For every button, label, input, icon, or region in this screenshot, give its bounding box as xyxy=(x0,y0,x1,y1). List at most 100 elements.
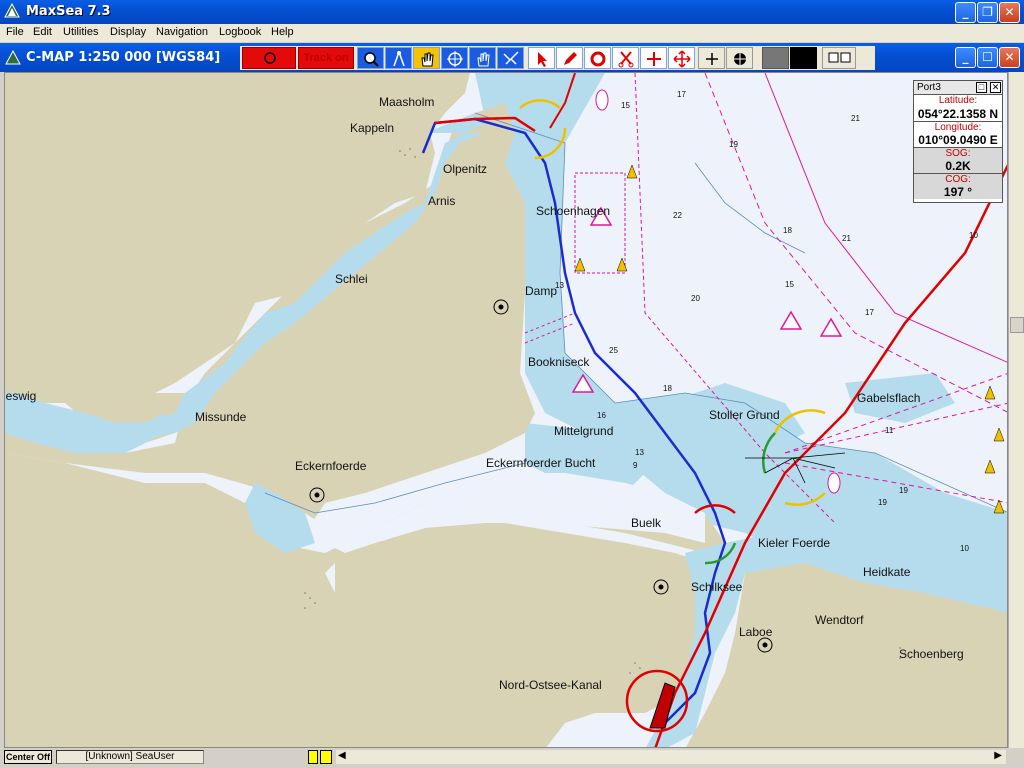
chart-maximize-button[interactable]: ☐ xyxy=(977,47,998,68)
move-tool-button[interactable] xyxy=(668,47,695,69)
rotate-icon xyxy=(590,51,606,67)
label-mittelgrund: Mittelgrund xyxy=(554,424,613,438)
label-schilksee: Schilksee xyxy=(691,580,743,594)
menu-navigation[interactable]: Navigation xyxy=(156,26,208,38)
cross-icon xyxy=(706,53,718,65)
target-tool-button[interactable] xyxy=(726,47,753,69)
label-eckernfoerder-bucht: Eckernfoerder Bucht xyxy=(486,456,596,470)
app-titlebar: MaxSea 7.3 _ ❐ ✕ xyxy=(0,0,1024,24)
close-button[interactable]: ✕ xyxy=(999,2,1020,23)
move-arrows-icon xyxy=(673,50,691,68)
crosshair-tool-button[interactable] xyxy=(441,47,468,69)
grab-hand-icon xyxy=(477,52,490,67)
folder-icon[interactable] xyxy=(320,750,332,764)
target-icon xyxy=(734,53,746,65)
waypoint-icon xyxy=(647,52,661,66)
horizontal-scrollbar[interactable]: ◀ ▶ xyxy=(336,750,1006,764)
label-schlei: Schlei xyxy=(335,272,368,286)
route-icon xyxy=(503,51,519,65)
restore-button[interactable]: ❐ xyxy=(977,2,998,23)
zoom-tool-button[interactable] xyxy=(357,47,384,69)
label-eckernfoerde: Eckernfoerde xyxy=(295,459,367,473)
sounding: 16 xyxy=(597,411,606,420)
longitude-label: Longitude: xyxy=(914,121,1002,133)
label-laboe: Laboe xyxy=(739,625,773,639)
yellow-indicator-icon[interactable] xyxy=(308,750,318,764)
vertical-scrollbar[interactable] xyxy=(1008,72,1024,748)
sog-value: 0.2K xyxy=(914,159,1002,173)
label-arnis: Arnis xyxy=(428,194,455,208)
hand-tool-button[interactable] xyxy=(413,47,440,69)
longitude-value: 010°09.0490 E xyxy=(918,133,998,147)
track-on-button[interactable]: Track on xyxy=(298,47,354,69)
label-nord-ostsee-kanal: Nord-Ostsee-Kanal xyxy=(499,678,602,692)
sounding: 18 xyxy=(783,226,792,235)
port3-restore-icon[interactable]: □ xyxy=(976,82,987,93)
grab-tool-button[interactable] xyxy=(469,47,496,69)
crosshair-icon xyxy=(447,51,463,67)
label-olpenitz: Olpenitz xyxy=(443,162,487,176)
menubar: File Edit Utilities Display Navigation L… xyxy=(0,24,1024,42)
sounding: 19 xyxy=(729,140,738,149)
cut-tool-button[interactable] xyxy=(612,47,639,69)
menu-logbook[interactable]: Logbook xyxy=(219,26,261,38)
menu-display[interactable]: Display xyxy=(110,26,146,38)
port3-panel-header[interactable]: Port3 □ ✕ xyxy=(914,81,1002,95)
port3-close-icon[interactable]: ✕ xyxy=(990,82,1001,93)
chart-minimize-button[interactable]: _ xyxy=(955,47,976,68)
port3-panel-title: Port3 xyxy=(917,82,941,93)
pointer-tool-button[interactable] xyxy=(528,47,555,69)
label-wendtorf: Wendtorf xyxy=(815,613,864,627)
menu-utilities[interactable]: Utilities xyxy=(63,26,98,38)
hand-icon xyxy=(421,52,434,67)
label-schoenhagen: Schoenhagen xyxy=(536,204,610,218)
sounding: 13 xyxy=(555,281,564,290)
menu-help[interactable]: Help xyxy=(271,26,294,38)
nautical-chart[interactable]: Maasholm Kappeln Olpenitz Arnis Schoenha… xyxy=(4,72,1008,748)
menu-edit[interactable]: Edit xyxy=(33,26,52,38)
center-off-button[interactable]: Center Off xyxy=(4,750,52,764)
pencil-icon xyxy=(564,52,577,65)
vertical-scroll-thumb[interactable] xyxy=(1010,317,1024,333)
scroll-left-icon[interactable]: ◀ xyxy=(338,750,346,761)
latitude-label: Latitude: xyxy=(938,95,978,106)
scroll-right-icon[interactable]: ▶ xyxy=(994,750,1002,761)
maxsea-logo-icon xyxy=(4,3,20,18)
gray-swatch-button[interactable] xyxy=(762,47,789,69)
stop-button[interactable] xyxy=(242,47,296,69)
sounding: 17 xyxy=(677,90,686,99)
chart-close-button[interactable]: ✕ xyxy=(999,47,1020,68)
label-kappeln: Kappeln xyxy=(350,121,394,135)
port3-data-panel[interactable]: Port3 □ ✕ Latitude: 054°22.1358 N Longit… xyxy=(913,80,1003,203)
scissors-icon xyxy=(618,51,634,68)
label-bookniseck: Bookniseck xyxy=(528,355,590,369)
minimize-button[interactable]: _ xyxy=(955,2,976,23)
cross-tool-button[interactable] xyxy=(698,47,725,69)
chart-map[interactable]: Maasholm Kappeln Olpenitz Arnis Schoenha… xyxy=(5,73,1008,748)
label-schoenberg: Schoenberg xyxy=(899,647,964,661)
sounding: 10 xyxy=(969,231,978,240)
user-status: [Unknown] SeaUser xyxy=(56,750,204,764)
route-tool-button[interactable] xyxy=(497,47,524,69)
chart-window-title: C-MAP 1:250 000 [WGS84] xyxy=(26,50,221,65)
sounding: 19 xyxy=(878,498,887,507)
sounding: 9 xyxy=(633,461,638,470)
pencil-tool-button[interactable] xyxy=(556,47,583,69)
undo-tool-button[interactable] xyxy=(584,47,611,69)
label-kieler-foerde: Kieler Foerde xyxy=(758,536,830,550)
sounding: 11 xyxy=(885,426,894,435)
black-swatch-button[interactable] xyxy=(790,47,817,69)
sounding: 10 xyxy=(960,544,969,553)
arrow-cursor-icon xyxy=(538,52,547,67)
waypoint-tool-button[interactable] xyxy=(640,47,667,69)
menu-file[interactable]: File xyxy=(6,26,24,38)
window-layout-button[interactable] xyxy=(822,47,856,69)
compass-tool-button[interactable] xyxy=(385,47,412,69)
compass-icon xyxy=(393,51,405,67)
sounding: 21 xyxy=(851,114,860,123)
chart-toolbar: Track on xyxy=(240,46,875,70)
label-damp: Damp xyxy=(525,284,557,298)
label-heidkate: Heidkate xyxy=(863,565,911,579)
label-buelk: Buelk xyxy=(631,516,662,530)
windows-icon xyxy=(828,52,851,63)
